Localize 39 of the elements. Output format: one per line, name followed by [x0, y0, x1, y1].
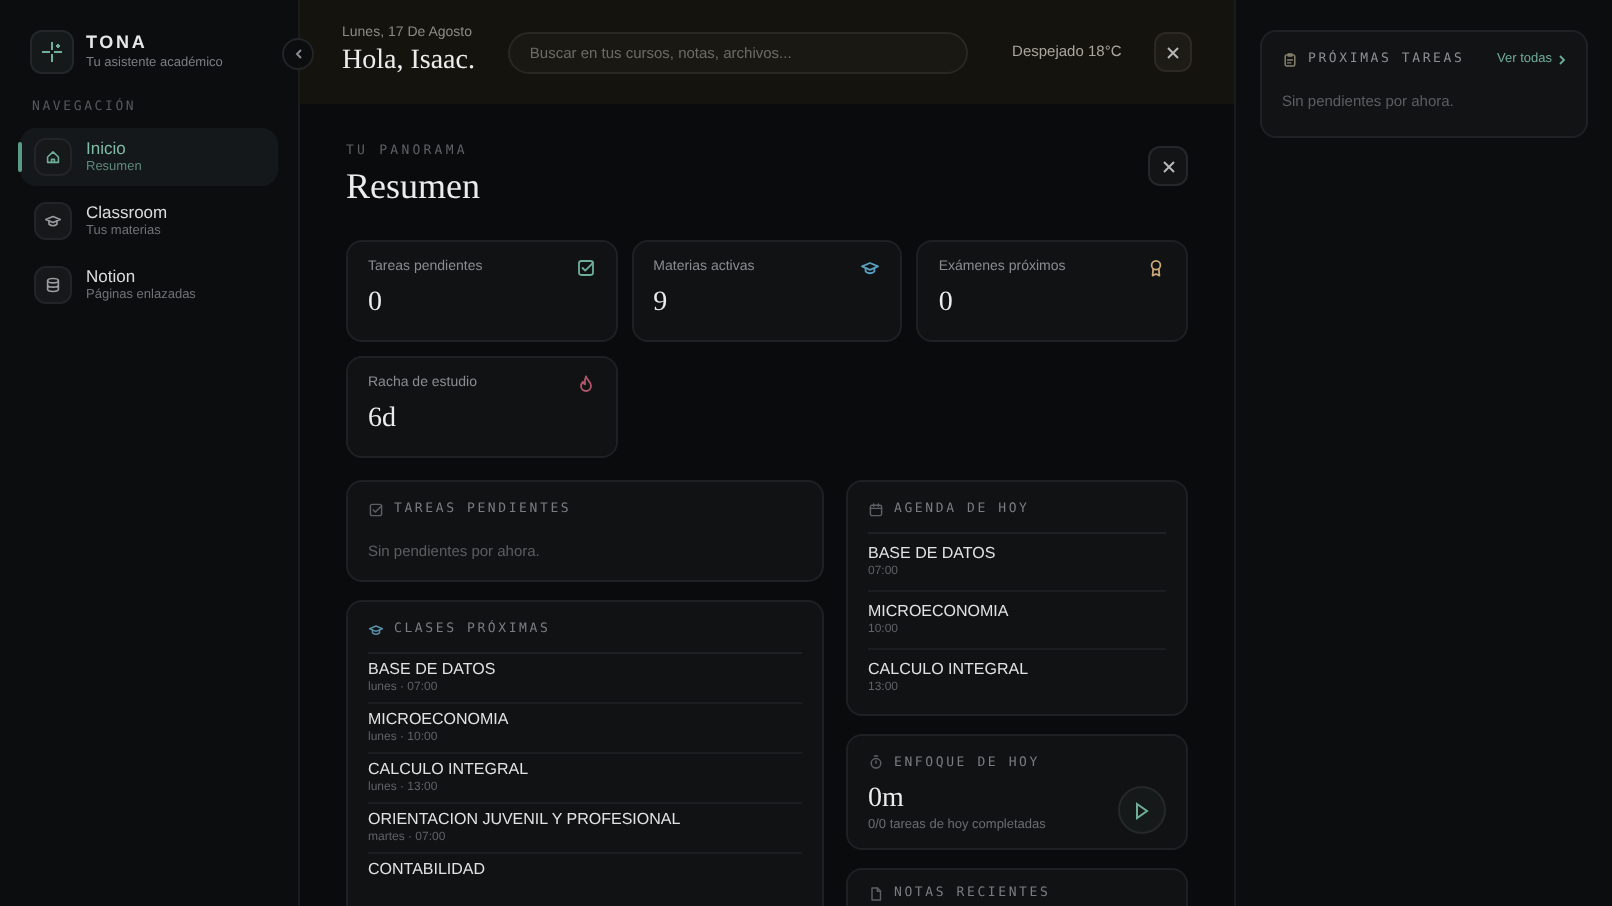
class-name: CALCULO INTEGRAL	[368, 759, 531, 779]
close-icon	[1161, 159, 1175, 173]
nav-label: Notion	[86, 265, 138, 286]
checkbox-icon	[368, 501, 384, 518]
home-icon	[44, 147, 62, 166]
collapse-button[interactable]	[282, 38, 314, 70]
chevron-left-icon	[293, 48, 303, 60]
stat-value: 0	[938, 288, 955, 321]
chevron-right-icon	[1558, 53, 1566, 66]
class-name: BASE DE DATOS	[368, 659, 498, 679]
active-indicator	[18, 141, 22, 172]
close-icon	[1165, 45, 1180, 59]
clipboard-icon	[1282, 51, 1298, 68]
modal-title: Resumen	[346, 163, 480, 210]
brand-name: TONA	[86, 32, 150, 54]
play-icon	[1134, 801, 1150, 819]
graduation-cap-icon	[44, 211, 62, 230]
greeting: Hola, Isaac.	[342, 44, 477, 80]
calendar-icon	[868, 501, 884, 518]
stat-value: 9	[653, 288, 670, 321]
agenda-item-name: CALCULO INTEGRAL	[868, 659, 1031, 679]
class-name: ORIENTACION JUVENIL Y PROFESIONAL	[368, 809, 683, 829]
close-button[interactable]	[1148, 146, 1188, 186]
graduation-cap-icon	[368, 621, 384, 638]
document-icon	[868, 885, 884, 902]
stat-value: 6d	[368, 404, 398, 437]
nav-label: Inicio	[86, 137, 128, 158]
class-name: MICROECONOMIA	[368, 709, 511, 729]
sparkle-logo-icon	[30, 30, 74, 74]
focus-time: 0m	[868, 784, 906, 817]
nav-label: Classroom	[86, 201, 168, 222]
database-icon	[44, 275, 62, 294]
agenda-item-name: BASE DE DATOS	[868, 543, 998, 563]
class-name: CONTABILIDAD	[368, 859, 488, 879]
close-button[interactable]	[1153, 32, 1192, 72]
stat-value: 0	[368, 288, 384, 321]
agenda-item-name: MICROECONOMIA	[868, 601, 1011, 621]
timer-icon	[868, 754, 884, 771]
play-button[interactable]	[1118, 786, 1166, 834]
